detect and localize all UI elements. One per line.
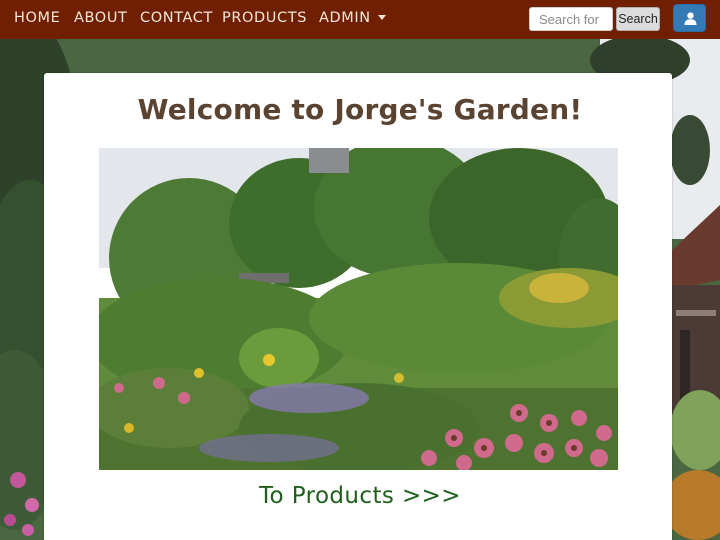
nav-products-link[interactable]: PRODUCTS bbox=[222, 0, 307, 39]
user-account-button[interactable] bbox=[673, 4, 706, 32]
nav-admin-dropdown[interactable]: ADMIN bbox=[319, 0, 386, 39]
nav-contact-link[interactable]: CONTACT bbox=[140, 0, 213, 39]
search-button[interactable]: Search bbox=[616, 7, 660, 31]
top-navbar: HOME ABOUT CONTACT PRODUCTS ADMIN Search bbox=[0, 0, 720, 39]
garden-photo bbox=[99, 148, 618, 470]
search-input[interactable] bbox=[529, 7, 613, 31]
nav-about-link[interactable]: ABOUT bbox=[74, 0, 128, 39]
to-products-link[interactable]: To Products >>> bbox=[0, 483, 720, 509]
nav-home-link[interactable]: HOME bbox=[14, 0, 60, 39]
nav-admin-label: ADMIN bbox=[319, 10, 371, 26]
user-icon bbox=[684, 12, 697, 25]
caret-down-icon bbox=[377, 15, 386, 20]
page-title: Welcome to Jorge's Garden! bbox=[137, 93, 583, 126]
